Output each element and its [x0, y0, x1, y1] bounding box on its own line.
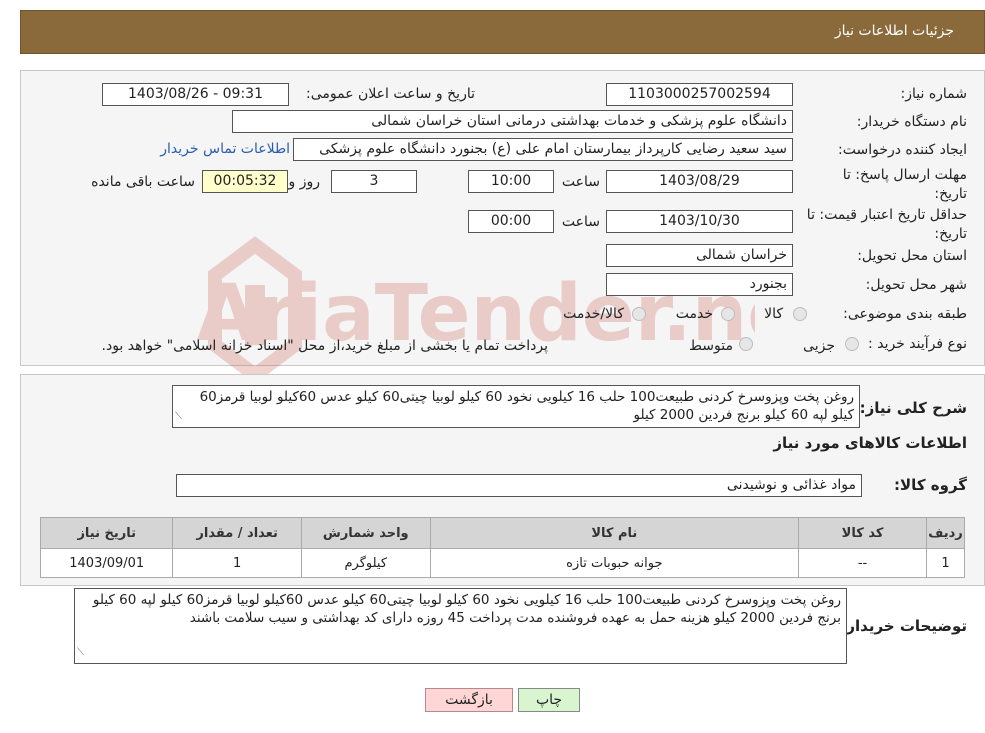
column-header-row-number: ردیف	[926, 517, 965, 549]
cell-unit: کیلوگرم	[300, 548, 431, 578]
back-button[interactable]: بازگشت	[425, 688, 513, 712]
cell-code: --	[798, 548, 928, 578]
need-number-label: شماره نیاز:	[900, 86, 968, 102]
cell-date: 1403/09/01	[39, 548, 174, 578]
requester-field: سید سعید رضایی کارپرداز بیمارستان امام ع…	[293, 138, 793, 161]
group-field: مواد غذائی و نوشیدنی	[176, 474, 862, 497]
column-header-unit: واحد شمارش	[300, 517, 431, 549]
resize-grip-icon[interactable]: ⟋	[175, 408, 182, 426]
buyer-org-label: نام دستگاه خریدار:	[856, 114, 967, 130]
validity-date-field: 1403/10/30	[606, 210, 793, 233]
buyer-notes-label: توضیحات خریدار:	[840, 617, 967, 635]
column-header-code: کد کالا	[798, 517, 928, 549]
cell-row-number: 1	[926, 548, 965, 578]
page-header: جزئیات اطلاعات نیاز	[20, 10, 985, 54]
category-service-label: خدمت	[675, 306, 713, 322]
validity-time-label: ساعت	[561, 214, 600, 230]
process-note: پرداخت تمام یا بخشی از مبلغ خرید،از محل …	[101, 338, 548, 354]
deadline-label: مهلت ارسال پاسخ: تا تاریخ:	[842, 167, 967, 202]
group-label: گروه کالا:	[894, 476, 967, 494]
cell-quantity: 1	[172, 548, 302, 578]
deadline-date-field: 1403/08/29	[606, 170, 793, 193]
summary-label: شرح کلی نیاز:	[859, 399, 967, 417]
column-header-date: تاریخ نیاز	[39, 517, 174, 549]
process-medium-label: متوسط	[689, 338, 733, 354]
province-field: خراسان شمالی	[606, 244, 793, 267]
table-row: 1 -- جوانه حبوبات تازه کیلوگرم 1 1403/09…	[39, 548, 965, 578]
announce-label: تاریخ و ساعت اعلان عمومی:	[306, 86, 475, 102]
column-header-name: نام کالا	[429, 517, 800, 549]
requester-label: ایجاد کننده درخواست:	[838, 142, 967, 158]
province-label: استان محل تحویل:	[857, 248, 967, 264]
column-header-quantity: تعداد / مقدار	[172, 517, 302, 549]
category-goods-service-radio[interactable]	[632, 307, 646, 321]
category-service-radio[interactable]	[721, 307, 735, 321]
category-goods-label: کالا	[764, 306, 783, 322]
resize-grip-icon[interactable]: ⟋	[77, 644, 84, 662]
deadline-time-field: 10:00	[468, 170, 554, 193]
category-goods-service-label: کالا/خدمت	[563, 306, 624, 322]
category-goods-radio[interactable]	[793, 307, 807, 321]
need-number-field: 1103000257002594	[606, 83, 793, 106]
process-minor-label: جزیی	[803, 338, 835, 354]
category-label: طبقه بندی موضوعی:	[843, 306, 967, 322]
buyer-org-field: دانشگاه علوم پزشکی و خدمات بهداشتی درمان…	[232, 110, 793, 133]
validity-label: حداقل تاریخ اعتبار قیمت: تا تاریخ:	[806, 207, 967, 242]
process-label: نوع فرآیند خرید :	[868, 336, 967, 352]
days-field: 3	[331, 170, 417, 193]
items-table: ردیف کد کالا نام کالا واحد شمارش تعداد /…	[39, 517, 965, 578]
remaining-time-field: 00:05:32	[202, 170, 288, 193]
process-minor-radio[interactable]	[845, 337, 859, 351]
goods-info-title: اطلاعات کالاهای مورد نیاز	[773, 434, 967, 452]
announce-datetime-field: 1403/08/26 - 09:31	[102, 83, 289, 106]
days-label: روز و	[288, 174, 321, 190]
buyer-notes-text: روغن پخت وپزوسرخ کردنی طبیعت100 حلب 16 ک…	[92, 592, 841, 626]
table-header-row: ردیف کد کالا نام کالا واحد شمارش تعداد /…	[39, 517, 965, 549]
city-label: شهر محل تحویل:	[865, 277, 967, 293]
cell-name: جوانه حبوبات تازه	[429, 548, 800, 578]
validity-time-field: 00:00	[468, 210, 554, 233]
process-medium-radio[interactable]	[739, 337, 753, 351]
summary-textarea[interactable]: روغن پخت وپزوسرخ کردنی طبیعت100 حلب 16 ک…	[172, 385, 860, 428]
summary-text: روغن پخت وپزوسرخ کردنی طبیعت100 حلب 16 ک…	[199, 389, 854, 423]
buyer-notes-textarea[interactable]: روغن پخت وپزوسرخ کردنی طبیعت100 حلب 16 ک…	[74, 588, 847, 664]
deadline-time-label: ساعت	[561, 174, 600, 190]
page-title: جزئیات اطلاعات نیاز	[834, 23, 954, 39]
print-button[interactable]: چاپ	[518, 688, 580, 712]
city-field: بجنورد	[606, 273, 793, 296]
contact-buyer-link[interactable]: اطلاعات تماس خریدار	[160, 141, 290, 157]
remaining-label: ساعت باقی مانده	[91, 174, 195, 190]
